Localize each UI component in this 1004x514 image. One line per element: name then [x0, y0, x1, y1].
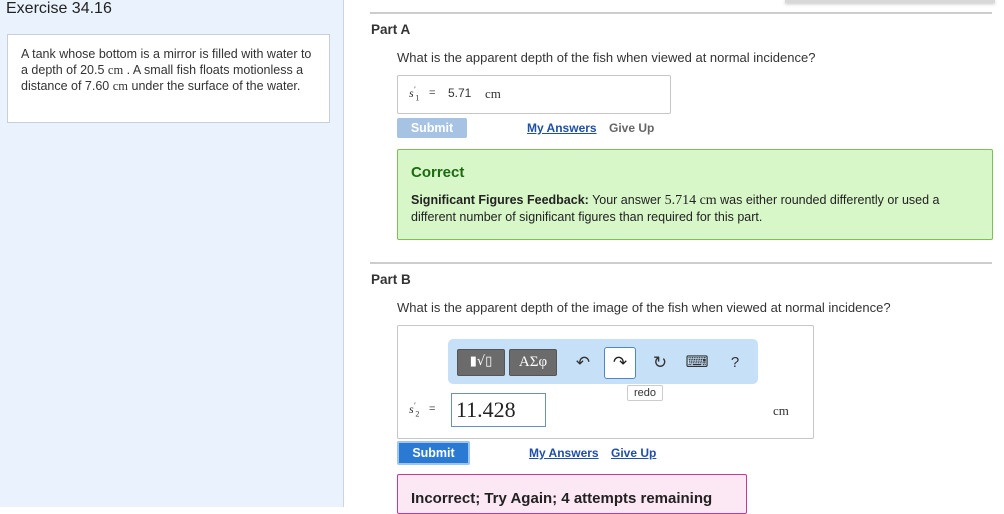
reset-icon[interactable]: ↻ — [648, 351, 672, 375]
part-a-question: What is the apparent depth of the fish w… — [397, 50, 816, 65]
redo-tooltip: redo — [627, 385, 664, 401]
part-b-equals: = — [429, 403, 436, 415]
help-icon[interactable]: ? — [723, 351, 747, 375]
top-edge-shadow — [785, 0, 995, 3]
templates-button[interactable]: ▮√▯ — [457, 349, 505, 376]
part-b-label: Part B — [371, 272, 411, 287]
part-a-unit: cm — [485, 86, 501, 101]
sig-figs-label: Significant Figures Feedback: — [411, 193, 589, 207]
part-b-my-answers-link[interactable]: My Answers — [529, 446, 599, 460]
part-a-equals: = — [429, 87, 436, 99]
redo-icon[interactable]: ↷ — [604, 347, 636, 379]
part-b-divider — [370, 262, 992, 264]
exercise-title: Exercise 34.16 — [6, 0, 112, 17]
part-a-my-answers-link[interactable]: My Answers — [527, 121, 597, 135]
part-a-submit-button[interactable]: Submit — [397, 118, 467, 138]
part-b-answer-box: ▮√▯ ΑΣφ ↶ ↷ ↻ ⌨ ? redo s′2 = 11.428 cm — [397, 325, 814, 439]
part-b-give-up-link[interactable]: Give Up — [611, 446, 656, 460]
problem-statement: A tank whose bottom is a mirror is fille… — [7, 34, 330, 123]
part-a-variable: s′1 — [409, 85, 420, 103]
incorrect-title: Incorrect; Try Again; 4 attempts remaini… — [411, 490, 713, 507]
part-a-label: Part A — [371, 22, 411, 37]
part-b-submit-button[interactable]: Submit — [397, 441, 470, 465]
part-a-answer-value: 5.71 — [448, 86, 472, 100]
problem-panel: Exercise 34.16 A tank whose bottom is a … — [0, 0, 344, 507]
part-a-feedback-correct: Correct Significant Figures Feedback: Yo… — [397, 149, 993, 240]
problem-text-3: under the surface of the water. — [131, 79, 301, 93]
part-a-divider — [370, 12, 992, 14]
part-a-answer-box: s′1 = 5.71 cm — [397, 75, 671, 114]
undo-icon[interactable]: ↶ — [571, 351, 595, 375]
keyboard-icon[interactable]: ⌨ — [685, 351, 709, 375]
math-toolbar: ▮√▯ ΑΣφ ↶ ↷ ↻ ⌨ ? — [448, 339, 758, 384]
part-b-unit: cm — [773, 403, 789, 418]
part-b-question: What is the apparent depth of the image … — [397, 300, 891, 315]
part-a-give-up-link[interactable]: Give Up — [609, 121, 654, 135]
correct-title: Correct — [411, 164, 465, 181]
part-b-answer-input[interactable]: 11.428 — [451, 393, 546, 427]
sig-figs-feedback: Significant Figures Feedback: Your answe… — [411, 193, 940, 224]
part-b-feedback-incorrect: Incorrect; Try Again; 4 attempts remaini… — [397, 474, 747, 514]
part-b-variable: s′2 — [409, 401, 420, 419]
problem-unit-1: cm — [107, 63, 124, 77]
symbols-button[interactable]: ΑΣφ — [509, 349, 557, 376]
problem-unit-2: cm — [112, 79, 129, 93]
